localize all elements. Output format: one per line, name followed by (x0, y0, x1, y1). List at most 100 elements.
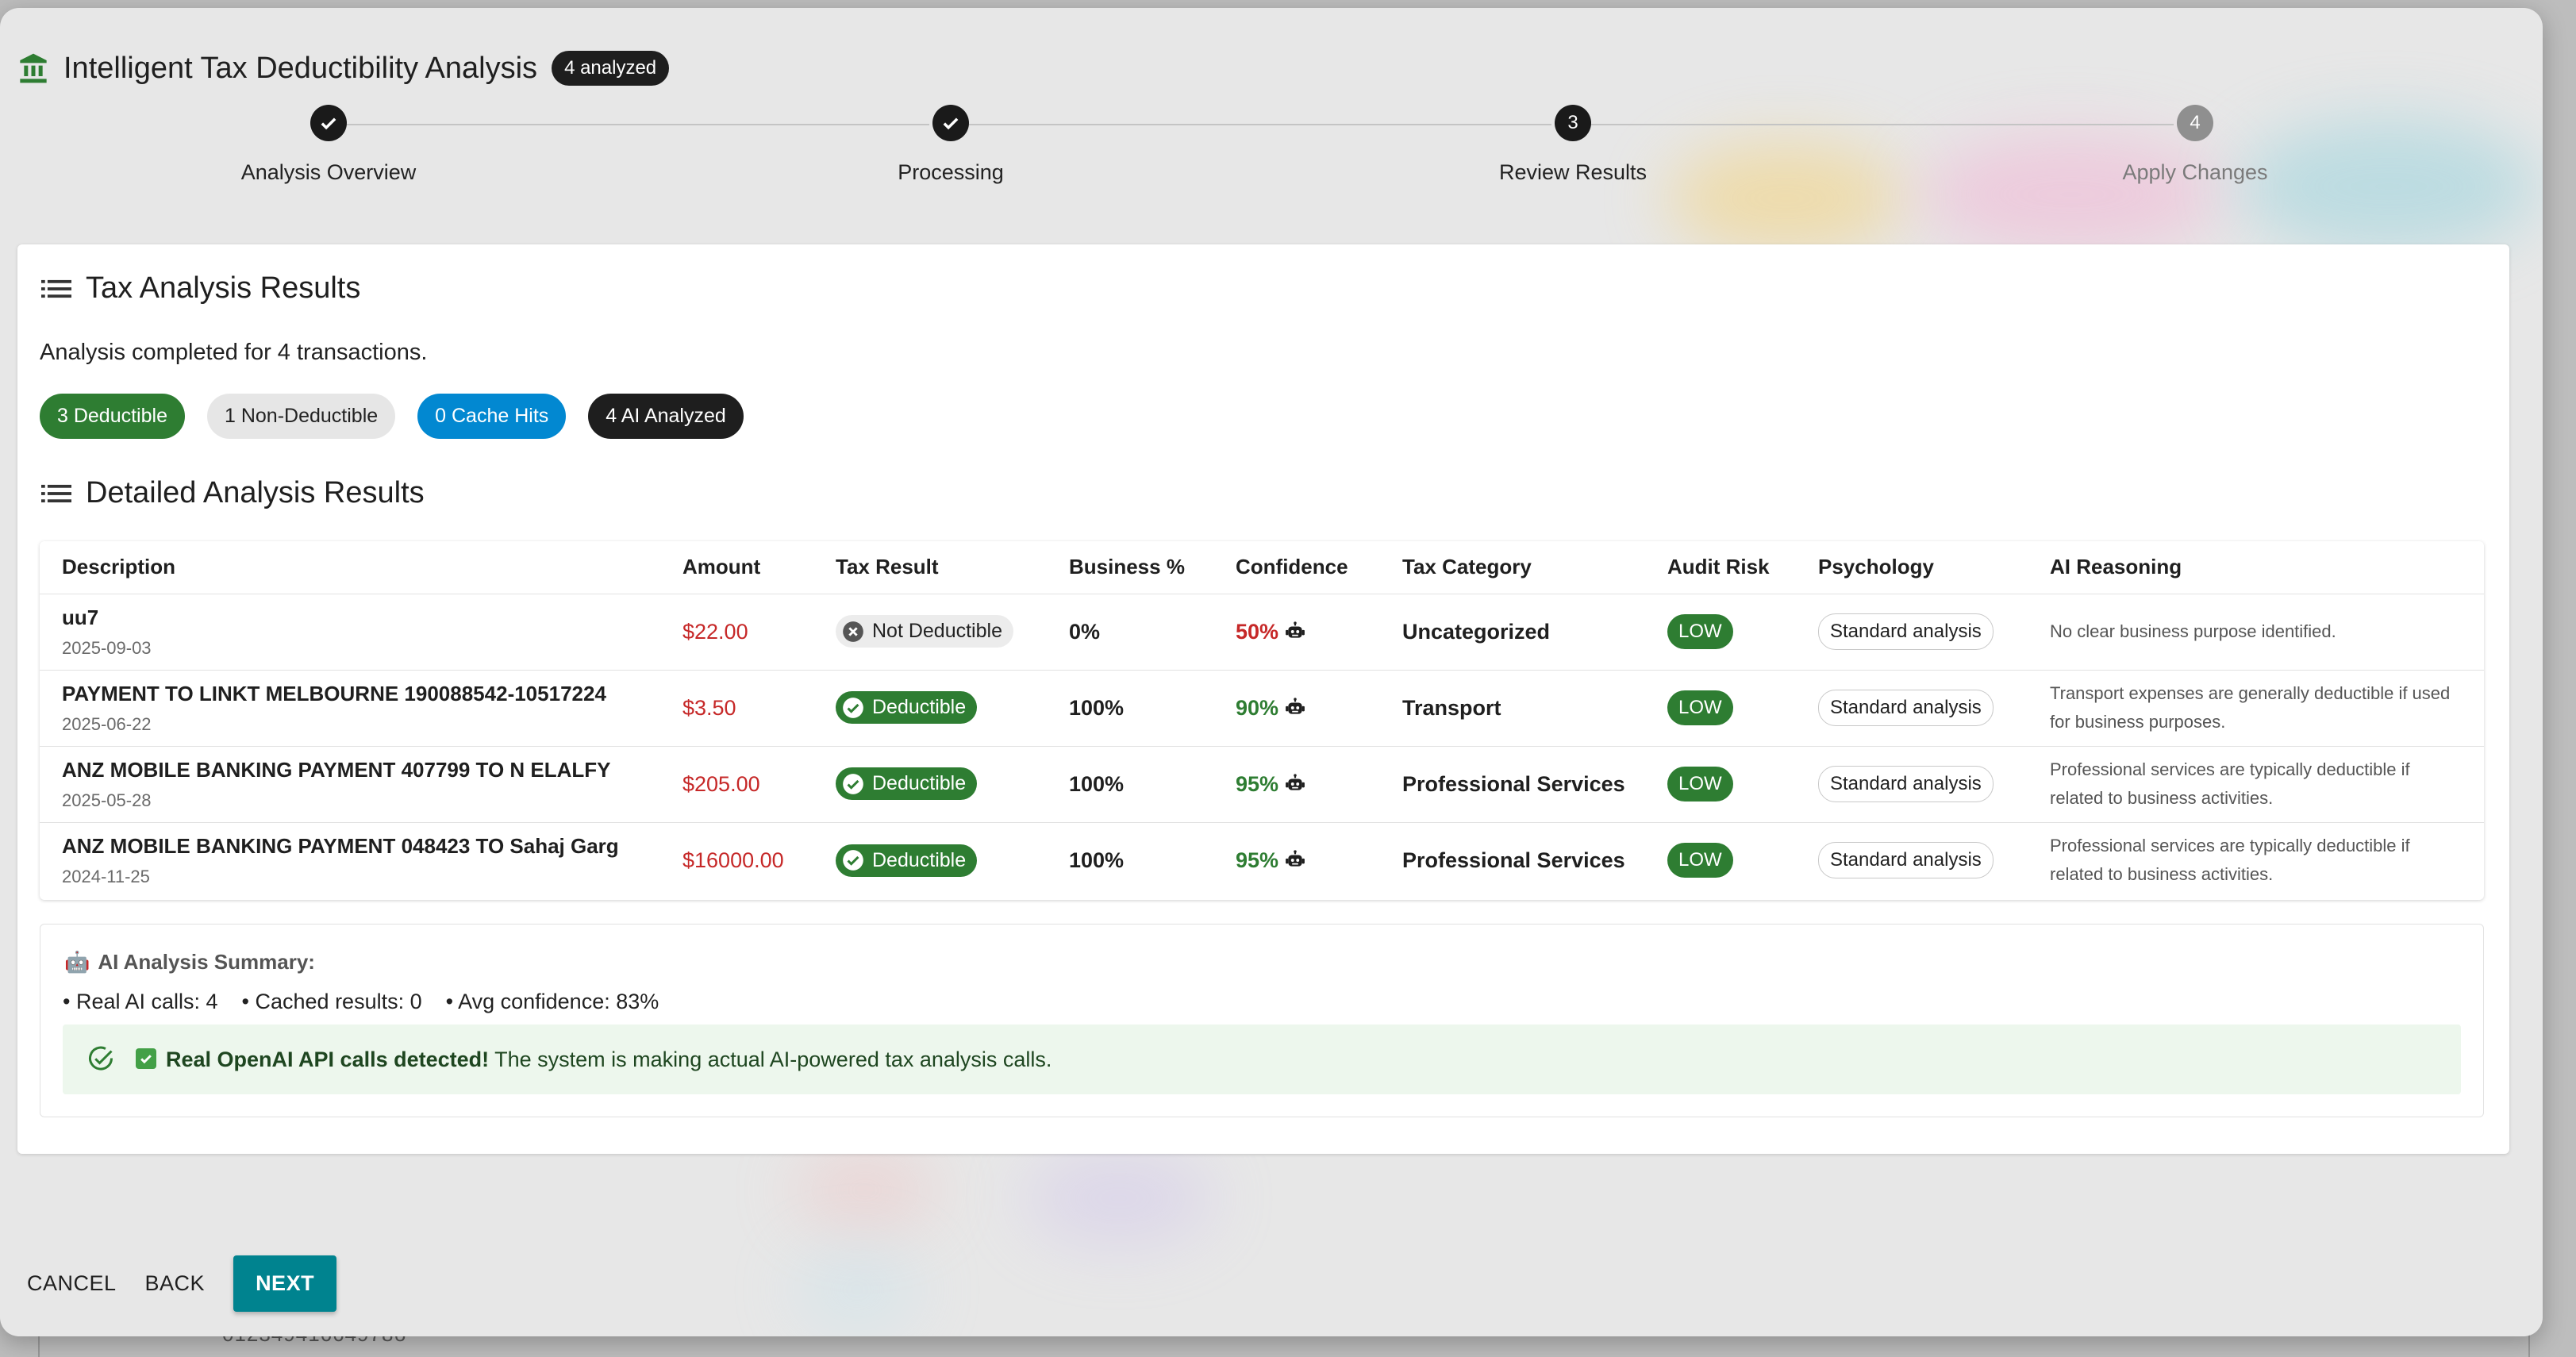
transaction-date: 2025-05-28 (62, 790, 152, 810)
description-cell: uu7 2025-09-03 (40, 594, 660, 671)
list-icon (41, 279, 71, 298)
column-header-description[interactable]: Description (40, 541, 660, 594)
transaction-date: 2024-11-25 (62, 866, 150, 886)
audit-risk-chip: LOW (1667, 690, 1733, 725)
deductible-chip: Deductible (836, 767, 978, 801)
ai-summary-panel: 🤖 AI Analysis Summary: • Real AI calls: … (40, 924, 2484, 1117)
tax-result-label: Deductible (872, 696, 967, 719)
confidence-percent: 50% (1236, 619, 1279, 644)
transaction-amount: $16000.00 (682, 848, 784, 872)
step-label: Apply Changes (2122, 160, 2268, 184)
tax-category: Uncategorized (1402, 619, 1551, 644)
step-label: Processing (898, 160, 1004, 184)
business-percent: 100% (1069, 771, 1125, 796)
psychology-chip: Standard analysis (1818, 690, 1994, 726)
table-row[interactable]: ANZ MOBILE BANKING PAYMENT 048423 TO Sah… (40, 822, 2484, 898)
robot-icon (1286, 850, 1305, 867)
next-button[interactable]: NEXT (233, 1255, 337, 1312)
tax-category: Transport (1402, 695, 1501, 720)
robot-emoji-icon: 🤖 (64, 950, 90, 974)
transaction-date: 2025-09-03 (62, 637, 152, 658)
ai-summary-title: 🤖 AI Analysis Summary: (64, 950, 315, 975)
step-apply-changes: 4 Apply Changes (1997, 105, 2393, 185)
dialog-actions: CANCEL BACK NEXT (27, 1255, 337, 1312)
dialog-header: Intelligent Tax Deductibility Analysis 4… (17, 46, 670, 90)
transaction-amount: $205.00 (682, 771, 760, 796)
tax-result-label: Deductible (872, 848, 967, 871)
audit-risk-chip: LOW (1667, 843, 1733, 878)
column-header-amount[interactable]: Amount (660, 541, 813, 594)
back-button[interactable]: BACK (145, 1271, 206, 1296)
column-header-audit-risk[interactable]: Audit Risk (1645, 541, 1796, 594)
table-header-row: Description Amount Tax Result Business %… (40, 541, 2484, 594)
non-deductible-count-chip: 1 Non-Deductible (206, 394, 396, 439)
step-completed-check-icon (310, 105, 347, 141)
avg-confidence-stat: • Avg confidence: 83% (445, 990, 659, 1013)
tax-analysis-dialog: Intelligent Tax Deductibility Analysis 4… (0, 8, 2543, 1336)
confidence-percent: 90% (1236, 695, 1279, 720)
ai-reasoning-text: Professional services are typically dedu… (2050, 836, 2410, 885)
transaction-description: PAYMENT TO LINKT MELBOURNE 190088542-105… (62, 681, 606, 705)
column-header-tax-category[interactable]: Tax Category (1380, 541, 1645, 594)
description-cell: ANZ MOBILE BANKING PAYMENT 407799 TO N E… (40, 746, 660, 823)
decorative-blob (794, 1246, 921, 1333)
list-icon (41, 484, 71, 502)
column-header-psychology[interactable]: Psychology (1796, 541, 2028, 594)
business-percent: 100% (1069, 848, 1125, 872)
results-section-header: Tax Analysis Results (41, 271, 360, 306)
table-row[interactable]: ANZ MOBILE BANKING PAYMENT 407799 TO N E… (40, 746, 2484, 823)
ai-summary-stats: • Real AI calls: 4 • Cached results: 0 •… (63, 990, 659, 1014)
tax-result-label: Deductible (872, 772, 967, 795)
audit-risk-chip: LOW (1667, 614, 1733, 649)
step-number-active: 3 (1555, 105, 1591, 141)
business-percent: 0% (1069, 619, 1101, 644)
summary-chips: 3 Deductible 1 Non-Deductible 0 Cache Hi… (40, 394, 744, 439)
confidence-value: 50% (1236, 620, 1305, 644)
analysis-table: Description Amount Tax Result Business %… (40, 541, 2484, 900)
step-label: Analysis Overview (240, 160, 417, 184)
dialog-title: Intelligent Tax Deductibility Analysis (63, 51, 538, 85)
cancel-circle-icon (843, 621, 863, 642)
ai-summary-title-text: AI Analysis Summary: (98, 950, 315, 974)
confidence-percent: 95% (1236, 848, 1279, 872)
tax-result-label: Not Deductible (872, 620, 1002, 643)
cached-results-stat: • Cached results: 0 (241, 990, 422, 1013)
confidence-value: 95% (1236, 772, 1305, 797)
deductible-count-chip: 3 Deductible (40, 394, 185, 439)
transaction-amount: $22.00 (682, 619, 748, 644)
psychology-chip: Standard analysis (1818, 842, 1994, 879)
audit-risk-chip: LOW (1667, 767, 1733, 802)
column-header-confidence[interactable]: Confidence (1213, 541, 1380, 594)
step-analysis-overview: Analysis Overview (130, 105, 527, 185)
column-header-business-pct[interactable]: Business % (1047, 541, 1213, 594)
detailed-section-header: Detailed Analysis Results (41, 476, 425, 510)
table-row[interactable]: uu7 2025-09-03 $22.00 Not Deductible 0% (40, 594, 2484, 671)
check-circle-outline-icon (89, 1046, 113, 1071)
check-circle-icon (843, 697, 863, 718)
check-circle-icon (843, 773, 863, 794)
real-ai-calls-stat: • Real AI calls: 4 (63, 990, 218, 1013)
results-card: Tax Analysis Results Analysis completed … (17, 244, 2509, 1154)
confidence-value: 95% (1236, 848, 1305, 873)
description-cell: PAYMENT TO LINKT MELBOURNE 190088542-105… (40, 670, 660, 747)
analyzed-count-badge: 4 analyzed (552, 51, 670, 86)
cache-hits-chip: 0 Cache Hits (417, 394, 567, 439)
confidence-value: 90% (1236, 696, 1305, 721)
success-alert: Real OpenAI API calls detected! The syst… (63, 1024, 2461, 1094)
robot-icon (1286, 698, 1305, 714)
results-title: Tax Analysis Results (86, 271, 361, 305)
business-percent: 100% (1069, 695, 1125, 720)
transaction-description: uu7 (62, 605, 99, 629)
stepper: Analysis Overview Processing 3 Review Re… (0, 105, 2543, 200)
ai-reasoning-text: No clear business purpose identified. (2050, 621, 2336, 641)
step-completed-check-icon (932, 105, 969, 141)
psychology-chip: Standard analysis (1818, 766, 1994, 802)
detailed-title: Detailed Analysis Results (86, 476, 425, 509)
alert-bold-text: Real OpenAI API calls detected! (166, 1047, 490, 1071)
bank-icon (20, 53, 47, 83)
table-row[interactable]: PAYMENT TO LINKT MELBOURNE 190088542-105… (40, 670, 2484, 747)
confidence-percent: 95% (1236, 771, 1279, 796)
cancel-button[interactable]: CANCEL (27, 1271, 117, 1296)
column-header-tax-result[interactable]: Tax Result (813, 541, 1047, 594)
column-header-ai-reasoning[interactable]: AI Reasoning (2028, 541, 2484, 594)
